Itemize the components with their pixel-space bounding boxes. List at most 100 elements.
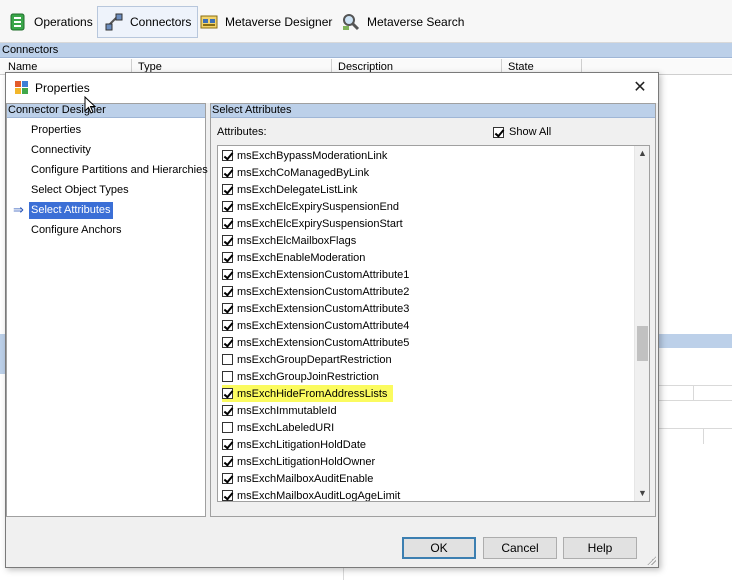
attribute-name: msExchMailboxAuditEnable bbox=[237, 472, 374, 485]
attribute-checkbox[interactable] bbox=[222, 337, 233, 348]
operations-button[interactable]: Operations bbox=[2, 6, 99, 38]
attribute-row[interactable]: msExchElcExpirySuspensionEnd bbox=[222, 198, 399, 215]
nav-item-configure-anchors[interactable]: Configure Anchors bbox=[29, 222, 124, 239]
nav-item-select-object-types[interactable]: Select Object Types bbox=[29, 182, 131, 199]
scroll-up-icon[interactable]: ▲ bbox=[635, 146, 649, 161]
attribute-checkbox[interactable] bbox=[222, 371, 233, 382]
scroll-down-icon[interactable]: ▼ bbox=[635, 486, 649, 501]
attribute-row[interactable]: msExchExtensionCustomAttribute5 bbox=[222, 334, 409, 351]
attribute-name: msExchExtensionCustomAttribute1 bbox=[237, 268, 410, 281]
attribute-name: msExchDelegateListLink bbox=[237, 183, 358, 196]
attribute-name: msExchElcExpirySuspensionStart bbox=[237, 217, 403, 230]
attribute-row[interactable]: msExchExtensionCustomAttribute1 bbox=[222, 266, 409, 283]
close-icon[interactable]: ✕ bbox=[630, 78, 650, 98]
attribute-checkbox[interactable] bbox=[222, 201, 233, 212]
attribute-name: msExchCoManagedByLink bbox=[237, 166, 370, 179]
divider bbox=[343, 568, 344, 580]
background-grid-area bbox=[658, 75, 732, 580]
connector-designer-header: Connector Designer bbox=[7, 104, 205, 118]
attribute-row[interactable]: msExchEnableModeration bbox=[222, 249, 365, 266]
attribute-row[interactable]: msExchMailboxAuditLogAgeLimit bbox=[222, 487, 400, 501]
nav-item-connectivity[interactable]: Connectivity bbox=[29, 142, 93, 159]
attribute-row[interactable]: msExchLitigationHoldDate bbox=[222, 436, 366, 453]
attribute-checkbox[interactable] bbox=[222, 473, 233, 484]
connectors-section-title: Connectors bbox=[0, 43, 732, 58]
metaverse-designer-button[interactable]: Metaverse Designer bbox=[193, 6, 338, 38]
metaverse-search-button[interactable]: Metaverse Search bbox=[335, 6, 470, 38]
attribute-checkbox[interactable] bbox=[222, 286, 233, 297]
scrollbar-thumb[interactable] bbox=[637, 326, 648, 361]
operations-label: Operations bbox=[34, 15, 93, 29]
divider bbox=[703, 428, 704, 444]
metaverse-search-label: Metaverse Search bbox=[367, 15, 465, 29]
main-toolbar: Operations Connectors Metaverse Designer… bbox=[0, 0, 732, 43]
operations-icon bbox=[8, 12, 28, 32]
attribute-checkbox[interactable] bbox=[222, 456, 233, 467]
attribute-row[interactable]: msExchGroupDepartRestriction bbox=[222, 351, 392, 368]
nav-item-configure-partitions[interactable]: Configure Partitions and Hierarchies bbox=[29, 162, 210, 179]
attribute-checkbox[interactable] bbox=[222, 167, 233, 178]
attribute-checkbox[interactable] bbox=[222, 320, 233, 331]
attribute-row[interactable]: msExchElcMailboxFlags bbox=[222, 232, 356, 249]
divider bbox=[658, 385, 732, 386]
attributes-scrollbar[interactable]: ▲ ▼ bbox=[634, 146, 649, 501]
attribute-checkbox[interactable] bbox=[222, 422, 233, 433]
attribute-checkbox[interactable] bbox=[222, 439, 233, 450]
attribute-name: msExchExtensionCustomAttribute2 bbox=[237, 285, 410, 298]
attribute-checkbox[interactable] bbox=[222, 235, 233, 246]
divider bbox=[658, 400, 732, 401]
attribute-checkbox[interactable] bbox=[222, 184, 233, 195]
attribute-checkbox[interactable] bbox=[222, 252, 233, 263]
attribute-name: msExchGroupJoinRestriction bbox=[237, 370, 379, 383]
attribute-row[interactable]: msExchGroupJoinRestriction bbox=[222, 368, 379, 385]
attribute-name: msExchExtensionCustomAttribute5 bbox=[237, 336, 410, 349]
ok-button[interactable]: OK bbox=[402, 537, 476, 559]
attribute-name: msExchBypassModerationLink bbox=[237, 149, 388, 162]
metaverse-designer-icon bbox=[199, 12, 219, 32]
attribute-row[interactable]: msExchExtensionCustomAttribute3 bbox=[222, 300, 409, 317]
attribute-checkbox[interactable] bbox=[222, 405, 233, 416]
attribute-row[interactable]: msExchElcExpirySuspensionStart bbox=[222, 215, 403, 232]
attribute-name: msExchGroupDepartRestriction bbox=[237, 353, 392, 366]
attribute-name: msExchExtensionCustomAttribute3 bbox=[237, 302, 410, 315]
attribute-row[interactable]: msExchDelegateListLink bbox=[222, 181, 357, 198]
attribute-checkbox[interactable] bbox=[222, 303, 233, 314]
attribute-row[interactable]: msExchImmutableId bbox=[222, 402, 337, 419]
attribute-row[interactable]: msExchBypassModerationLink bbox=[222, 147, 387, 164]
divider bbox=[658, 428, 732, 429]
nav-item-select-attributes[interactable]: Select Attributes bbox=[29, 202, 113, 219]
select-attributes-pane: Select Attributes Attributes: Show All m… bbox=[210, 103, 656, 517]
attribute-row[interactable]: msExchMailboxAuditEnable bbox=[222, 470, 373, 487]
show-all-label: Show All bbox=[509, 126, 552, 138]
attribute-row[interactable]: msExchExtensionCustomAttribute2 bbox=[222, 283, 409, 300]
show-all-checkbox[interactable]: Show All bbox=[493, 126, 551, 138]
select-attributes-header: Select Attributes bbox=[211, 104, 655, 118]
attribute-checkbox[interactable] bbox=[222, 354, 233, 365]
attribute-name: msExchEnableModeration bbox=[237, 251, 366, 264]
attribute-row[interactable]: msExchLabeledURI bbox=[222, 419, 334, 436]
attribute-checkbox[interactable] bbox=[222, 269, 233, 280]
show-all-check[interactable] bbox=[493, 126, 504, 138]
attributes-label: Attributes: bbox=[217, 126, 267, 138]
attribute-name: msExchElcExpirySuspensionEnd bbox=[237, 200, 400, 213]
properties-icon bbox=[15, 81, 29, 95]
connectors-button[interactable]: Connectors bbox=[97, 6, 199, 38]
attribute-name: msExchImmutableId bbox=[237, 404, 337, 417]
help-button[interactable]: Help bbox=[563, 537, 637, 559]
resize-grip-icon[interactable] bbox=[646, 555, 656, 565]
attribute-checkbox[interactable] bbox=[222, 388, 233, 399]
attribute-row[interactable]: msExchLitigationHoldOwner bbox=[222, 453, 375, 470]
attribute-row[interactable]: msExchExtensionCustomAttribute4 bbox=[222, 317, 409, 334]
attributes-list[interactable]: msExchMailboxAuditLogAgeLimit msExchMailb… bbox=[217, 145, 650, 502]
current-step-arrow-icon: ⇒ bbox=[13, 202, 24, 217]
connector-designer-pane: Connector Designer Properties Connectivi… bbox=[6, 103, 208, 517]
nav-item-properties[interactable]: Properties bbox=[29, 122, 83, 139]
attribute-name: msExchLitigationHoldDate bbox=[237, 438, 367, 451]
attribute-row[interactable]: msExchHideFromAddressLists bbox=[222, 385, 394, 402]
cancel-button[interactable]: Cancel bbox=[483, 537, 557, 559]
attribute-row[interactable]: msExchCoManagedByLink bbox=[222, 164, 369, 181]
attribute-checkbox[interactable] bbox=[222, 218, 233, 229]
attribute-checkbox[interactable] bbox=[222, 490, 233, 501]
attribute-checkbox[interactable] bbox=[222, 150, 233, 161]
dialog-title-bar[interactable]: Properties ✕ bbox=[6, 73, 658, 103]
